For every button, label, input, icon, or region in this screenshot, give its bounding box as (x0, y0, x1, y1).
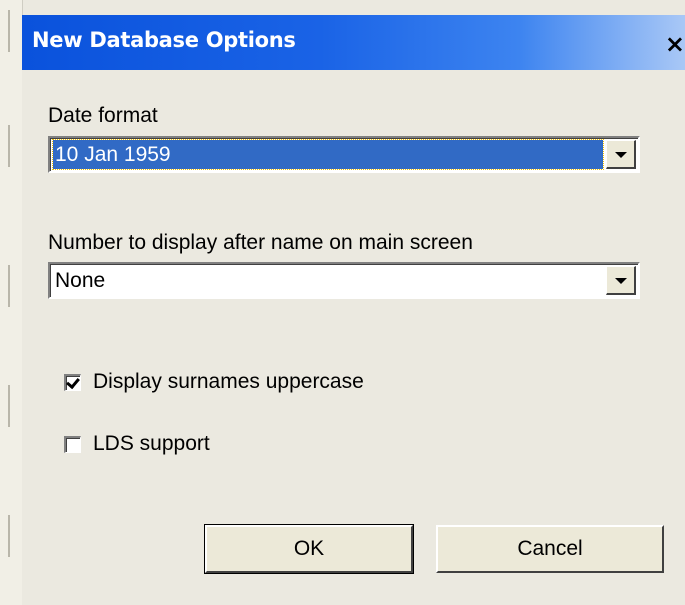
close-icon[interactable]: × (659, 29, 685, 59)
edge-mark (8, 125, 10, 167)
display-surnames-uppercase-checkbox[interactable] (64, 373, 81, 391)
date-format-selected-value: 10 Jan 1959 (52, 139, 604, 170)
lds-support-label[interactable]: LDS support (93, 432, 210, 456)
background-window-edge (0, 0, 23, 605)
edge-mark (8, 385, 10, 427)
number-display-dropdown[interactable]: None (48, 262, 640, 299)
number-display-label: Number to display after name on main scr… (48, 231, 473, 254)
number-display-selected-value: None (55, 269, 106, 292)
edge-mark (8, 10, 10, 52)
date-format-label: Date format (48, 104, 158, 127)
dialog-title: New Database Options (32, 28, 296, 52)
cancel-button[interactable]: Cancel (436, 525, 664, 573)
edge-mark (8, 515, 10, 557)
edge-mark (8, 265, 10, 307)
title-bar[interactable]: New Database Options × (22, 15, 685, 70)
ok-button[interactable]: OK (204, 524, 414, 574)
lds-support-option[interactable]: LDS support (64, 429, 210, 459)
display-surnames-uppercase-label[interactable]: Display surnames uppercase (93, 370, 364, 394)
date-format-dropdown[interactable]: 10 Jan 1959 (48, 136, 640, 173)
lds-support-checkbox[interactable] (64, 435, 81, 453)
chevron-down-icon[interactable] (606, 266, 636, 295)
display-surnames-uppercase-option[interactable]: Display surnames uppercase (64, 367, 364, 397)
new-database-options-dialog: New Database Options × Date format 10 Ja… (22, 15, 685, 605)
chevron-down-icon[interactable] (606, 140, 636, 169)
screenshot-root: New Database Options × Date format 10 Ja… (0, 0, 685, 605)
